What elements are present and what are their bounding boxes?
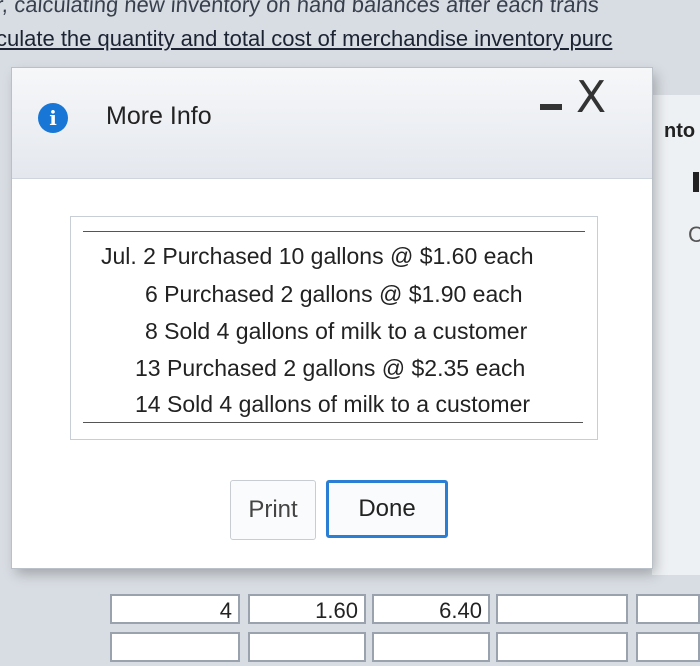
total-cost-cell[interactable]: 6.40	[372, 594, 490, 624]
background-column-header: nto	[664, 120, 696, 142]
dialog-title: More Info	[106, 102, 212, 130]
background-divider	[693, 172, 699, 192]
table-cell[interactable]	[372, 632, 490, 662]
background-instruction-line-1: r, calculating new inventory on hand bal…	[0, 0, 600, 17]
table-cell[interactable]	[496, 632, 628, 662]
more-info-dialog: i More Info X Jul. 2 Purchased 10 gallon…	[12, 68, 652, 568]
transaction-line: 6 Purchased 2 gallons @ $1.90 each	[145, 281, 523, 307]
transaction-line: 8 Sold 4 gallons of milk to a customer	[145, 318, 528, 344]
table-cell[interactable]	[636, 594, 700, 624]
background-right-panel	[652, 95, 700, 575]
table-cell[interactable]	[636, 632, 700, 662]
dialog-header: i More Info X	[12, 68, 652, 179]
transactions-box: Jul. 2 Purchased 10 gallons @ $1.60 each…	[70, 216, 598, 440]
table-cell[interactable]	[248, 632, 366, 662]
info-icon: i	[38, 103, 68, 133]
background-letter: C	[688, 222, 700, 247]
background-instruction-line-2: culate the quantity and total cost of me…	[0, 26, 613, 51]
table-cell[interactable]	[496, 594, 628, 624]
done-button[interactable]: Done	[326, 480, 448, 538]
transaction-line: Jul. 2 Purchased 10 gallons @ $1.60 each	[101, 243, 534, 269]
top-rule	[83, 231, 585, 232]
transaction-line: 13 Purchased 2 gallons @ $2.35 each	[135, 355, 526, 381]
bottom-rule	[83, 422, 583, 423]
quantity-cell[interactable]: 4	[110, 594, 240, 624]
print-button[interactable]: Print	[230, 480, 316, 540]
transaction-line: 14 Sold 4 gallons of milk to a customer	[135, 391, 531, 417]
unit-cost-cell[interactable]: 1.60	[248, 594, 366, 624]
close-icon[interactable]: X	[576, 76, 606, 120]
table-cell[interactable]	[110, 632, 240, 662]
minimize-icon[interactable]	[540, 104, 562, 110]
